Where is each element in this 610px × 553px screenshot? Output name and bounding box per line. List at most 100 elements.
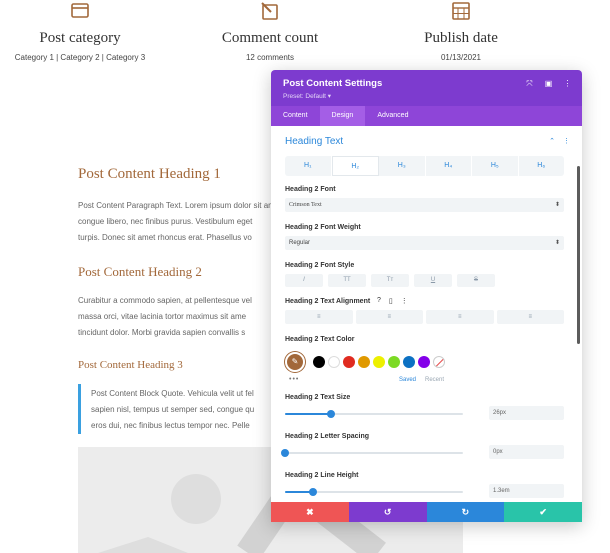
- line-height-slider[interactable]: [285, 488, 463, 496]
- strikethrough-button[interactable]: S: [457, 274, 495, 287]
- tab-content[interactable]: Content: [271, 106, 320, 126]
- paragraph-line: turpis. Donec sit amet rhoncus erat. Pha…: [78, 233, 252, 242]
- heading-level-tabs: H₁ H₂ H₃ H₄ H₅ H₆: [285, 156, 564, 176]
- field-options-icon[interactable]: ⋮: [401, 297, 408, 305]
- post-content-settings-panel: Post Content Settings Preset: Default ▾ …: [271, 70, 582, 522]
- heading-tab-h3[interactable]: H₃: [379, 156, 426, 176]
- align-left-button[interactable]: ≡: [285, 310, 353, 324]
- text-size-input[interactable]: 26px: [489, 406, 564, 420]
- meta-value: 12 comments: [245, 53, 295, 62]
- post-heading-1: Post Content Heading 1: [78, 166, 221, 182]
- heading-tab-h6[interactable]: H₆: [519, 156, 565, 176]
- text-size-label: Heading 2 Text Size: [285, 394, 351, 401]
- font-select[interactable]: Crimson Text ⬍: [285, 198, 564, 212]
- slider-handle[interactable]: [327, 410, 336, 418]
- section-title: Heading Text: [285, 135, 344, 147]
- redo-button[interactable]: ↻: [426, 502, 505, 522]
- meta-column-category: Post category Category 1 | Category 2 | …: [0, 0, 180, 62]
- swatch-green[interactable]: [388, 356, 400, 368]
- heading-tab-h1[interactable]: H₁: [285, 156, 332, 176]
- preset-dropdown[interactable]: Preset: Default ▾: [283, 92, 570, 100]
- select-arrow-icon: ⬍: [554, 240, 560, 246]
- device-icon[interactable]: ▯: [389, 297, 393, 305]
- calendar-icon: [452, 2, 470, 20]
- split-view-icon[interactable]: ▣: [544, 79, 553, 89]
- undo-button[interactable]: ↺: [348, 502, 427, 522]
- meta-value: 01/13/2021: [440, 53, 482, 62]
- font-style-label: Heading 2 Font Style: [285, 262, 355, 269]
- swatch-purple[interactable]: [418, 356, 430, 368]
- align-right-button[interactable]: ≡: [426, 310, 494, 324]
- meta-column-comments: Comment count 12 comments: [170, 0, 370, 62]
- swatch-yellow[interactable]: [373, 356, 385, 368]
- font-weight-select-value: Regular: [289, 240, 311, 246]
- heading-tab-h5[interactable]: H₅: [472, 156, 519, 176]
- swatch-black[interactable]: [313, 356, 325, 368]
- meta-title: Publish date: [424, 30, 498, 46]
- panel-scrollbar[interactable]: [577, 166, 580, 344]
- slider-handle[interactable]: [281, 449, 289, 457]
- heading-tab-h4[interactable]: H₄: [426, 156, 472, 176]
- tab-design[interactable]: Design: [319, 106, 366, 126]
- meta-title: Post category: [39, 30, 121, 46]
- paragraph-line: tincidunt dolor. Morbi gravida sapien co…: [78, 328, 246, 337]
- meta-column-date: Publish date 01/13/2021: [361, 0, 561, 62]
- line-height-input[interactable]: 1.3em: [489, 484, 564, 498]
- align-center-button[interactable]: ≡: [355, 310, 423, 324]
- italic-button[interactable]: I: [285, 274, 323, 287]
- panel-header[interactable]: Post Content Settings Preset: Default ▾ …: [271, 70, 582, 106]
- swatch-red[interactable]: [343, 356, 355, 368]
- heading-text-section-header[interactable]: Heading Text ⌃ ⋮: [271, 126, 582, 156]
- swatch-orange[interactable]: [358, 356, 370, 368]
- font-weight-label: Heading 2 Font Weight: [285, 224, 361, 231]
- font-weight-select[interactable]: Regular ⬍: [285, 236, 564, 250]
- heading-tab-h2[interactable]: H₂: [331, 156, 379, 176]
- swatch-white[interactable]: [328, 356, 340, 368]
- post-paragraph-1: Post Content Paragraph Text. Lorem ipsum…: [78, 198, 278, 246]
- section-options-icon[interactable]: ⋮: [563, 137, 570, 145]
- slider-fill: [285, 413, 332, 415]
- discard-button[interactable]: ✖: [271, 502, 349, 522]
- expand-icon[interactable]: ⤧: [525, 79, 534, 89]
- saved-colors-tab[interactable]: Saved: [399, 377, 416, 383]
- paragraph-line: Curabitur a commodo sapien, at pellentes…: [78, 296, 252, 305]
- folder-icon: [71, 3, 89, 18]
- uppercase-button[interactable]: TT: [328, 274, 366, 287]
- color-picker-button[interactable]: ✎: [285, 352, 305, 372]
- text-size-slider[interactable]: [285, 410, 463, 418]
- meta-value: Category 1 | Category 2 | Category 3: [14, 53, 146, 62]
- font-select-value: Crimson Text: [289, 202, 322, 208]
- line-height-label: Heading 2 Line Height: [285, 472, 359, 479]
- swatch-none-icon[interactable]: [433, 356, 445, 368]
- quote-line: sapien nisl, tempus ut semper sed, congu…: [91, 405, 255, 414]
- underline-button[interactable]: U: [414, 274, 452, 287]
- pencil-icon: [261, 2, 278, 20]
- letter-spacing-input[interactable]: 0px: [489, 445, 564, 459]
- quote-line: Post Content Block Quote. Vehicula velit…: [91, 389, 254, 398]
- quote-line: eros dui, nec finibus lectus tempor nec.…: [91, 421, 250, 430]
- panel-tabs: Content Design Advanced: [271, 106, 582, 126]
- more-options-icon[interactable]: ⋮: [563, 79, 572, 89]
- panel-footer: ✖ ↺ ↻ ✔: [271, 502, 582, 522]
- letter-spacing-label: Heading 2 Letter Spacing: [285, 433, 370, 440]
- letter-spacing-slider[interactable]: [281, 449, 463, 457]
- paragraph-line: Post Content Paragraph Text. Lorem ipsum…: [78, 201, 278, 210]
- capitalize-button[interactable]: Tт: [371, 274, 409, 287]
- text-alignment-label: Heading 2 Text Alignment: [285, 298, 371, 305]
- tab-advanced[interactable]: Advanced: [365, 106, 420, 126]
- collapse-icon[interactable]: ⌃: [549, 137, 555, 145]
- font-label: Heading 2 Font: [285, 186, 336, 193]
- recent-colors-tab[interactable]: Recent: [425, 377, 444, 383]
- text-color-label: Heading 2 Text Color: [285, 336, 355, 343]
- post-heading-3: Post Content Heading 3: [78, 359, 183, 371]
- post-heading-2: Post Content Heading 2: [78, 264, 202, 279]
- swatch-blue[interactable]: [403, 356, 415, 368]
- settings-scroll-area[interactable]: Heading Text ⌃ ⋮ H₁ H₂ H₃ H₄ H₅ H₆ Headi…: [271, 126, 582, 502]
- align-justify-button[interactable]: ≡: [496, 310, 564, 324]
- help-icon[interactable]: ?: [377, 297, 381, 305]
- paragraph-line: congue libero, nec finibus purus. Vestib…: [78, 217, 253, 226]
- slider-handle[interactable]: [309, 488, 318, 496]
- more-colors-icon[interactable]: •••: [289, 376, 299, 383]
- save-button[interactable]: ✔: [504, 502, 582, 522]
- text-alignment-buttons: ≡ ≡ ≡ ≡: [285, 310, 564, 324]
